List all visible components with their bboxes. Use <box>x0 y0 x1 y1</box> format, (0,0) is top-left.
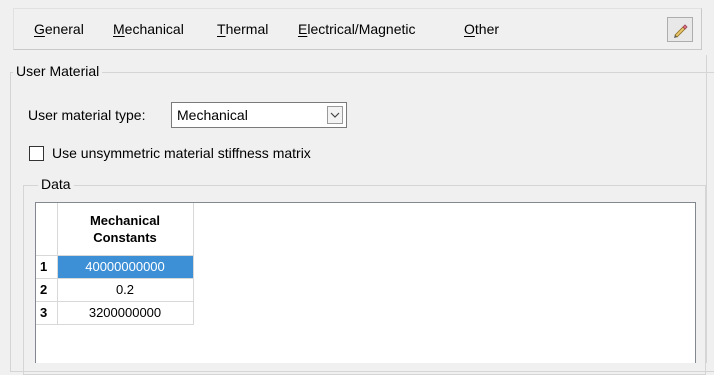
unsymmetric-matrix-label[interactable]: Use unsymmetric material stiffness matri… <box>52 145 311 161</box>
menu-electrical-magnetic-mnemonic: E <box>298 21 308 37</box>
menu-other-mnemonic: O <box>464 21 475 37</box>
user-material-type-label: User material type: <box>28 107 146 123</box>
edit-button[interactable] <box>667 17 693 42</box>
menu-mechanical[interactable]: Mechanical <box>113 21 184 37</box>
table-cell[interactable]: 0.2 <box>56 277 194 302</box>
menu-general-mnemonic: G <box>34 21 45 37</box>
user-material-group-label: User Material <box>13 63 103 79</box>
table-row: 2 0.2 <box>36 277 194 302</box>
table-cell[interactable]: 3200000000 <box>56 300 194 325</box>
menu-electrical-magnetic-label: lectrical/Magnetic <box>307 21 416 37</box>
data-table: Mechanical Constants 1 40000000000 2 0.2… <box>35 202 696 363</box>
menu-mechanical-label: echanical <box>124 21 184 37</box>
user-material-type-value: Mechanical <box>177 107 248 123</box>
table-row: 1 40000000000 <box>36 254 194 279</box>
unsymmetric-matrix-checkbox[interactable] <box>29 146 44 161</box>
menu-general-label: eneral <box>44 21 84 37</box>
table-cell[interactable]: 40000000000 <box>56 254 194 279</box>
menu-mechanical-mnemonic: M <box>113 21 125 37</box>
mechanical-constants-table: Mechanical Constants 1 40000000000 2 0.2… <box>36 203 194 325</box>
pencil-eraser-icon <box>674 23 688 38</box>
data-group-label: Data <box>38 176 74 192</box>
table-corner <box>36 203 58 256</box>
row-number: 3 <box>36 300 58 325</box>
menu-general[interactable]: General <box>34 21 84 37</box>
menu-thermal-mnemonic: T <box>217 21 226 37</box>
column-header-line2: Constants <box>93 229 157 245</box>
row-number: 1 <box>36 254 58 279</box>
row-number: 2 <box>36 277 58 302</box>
table-row: 3 3200000000 <box>36 300 194 325</box>
chevron-down-icon[interactable] <box>327 106 343 124</box>
column-header-line1: Mechanical <box>89 212 161 228</box>
menu-other-label: ther <box>474 21 500 37</box>
menu-thermal-label: hermal <box>225 21 269 37</box>
menu-electrical-magnetic[interactable]: Electrical/Magnetic <box>298 21 416 37</box>
material-behavior-menubar: General Mechanical Thermal Electrical/Ma… <box>13 8 702 50</box>
column-header-mechanical-constants[interactable]: Mechanical Constants <box>56 203 194 256</box>
menu-thermal[interactable]: Thermal <box>217 21 268 37</box>
user-material-type-select[interactable]: Mechanical <box>171 102 347 128</box>
menu-other[interactable]: Other <box>464 21 499 37</box>
